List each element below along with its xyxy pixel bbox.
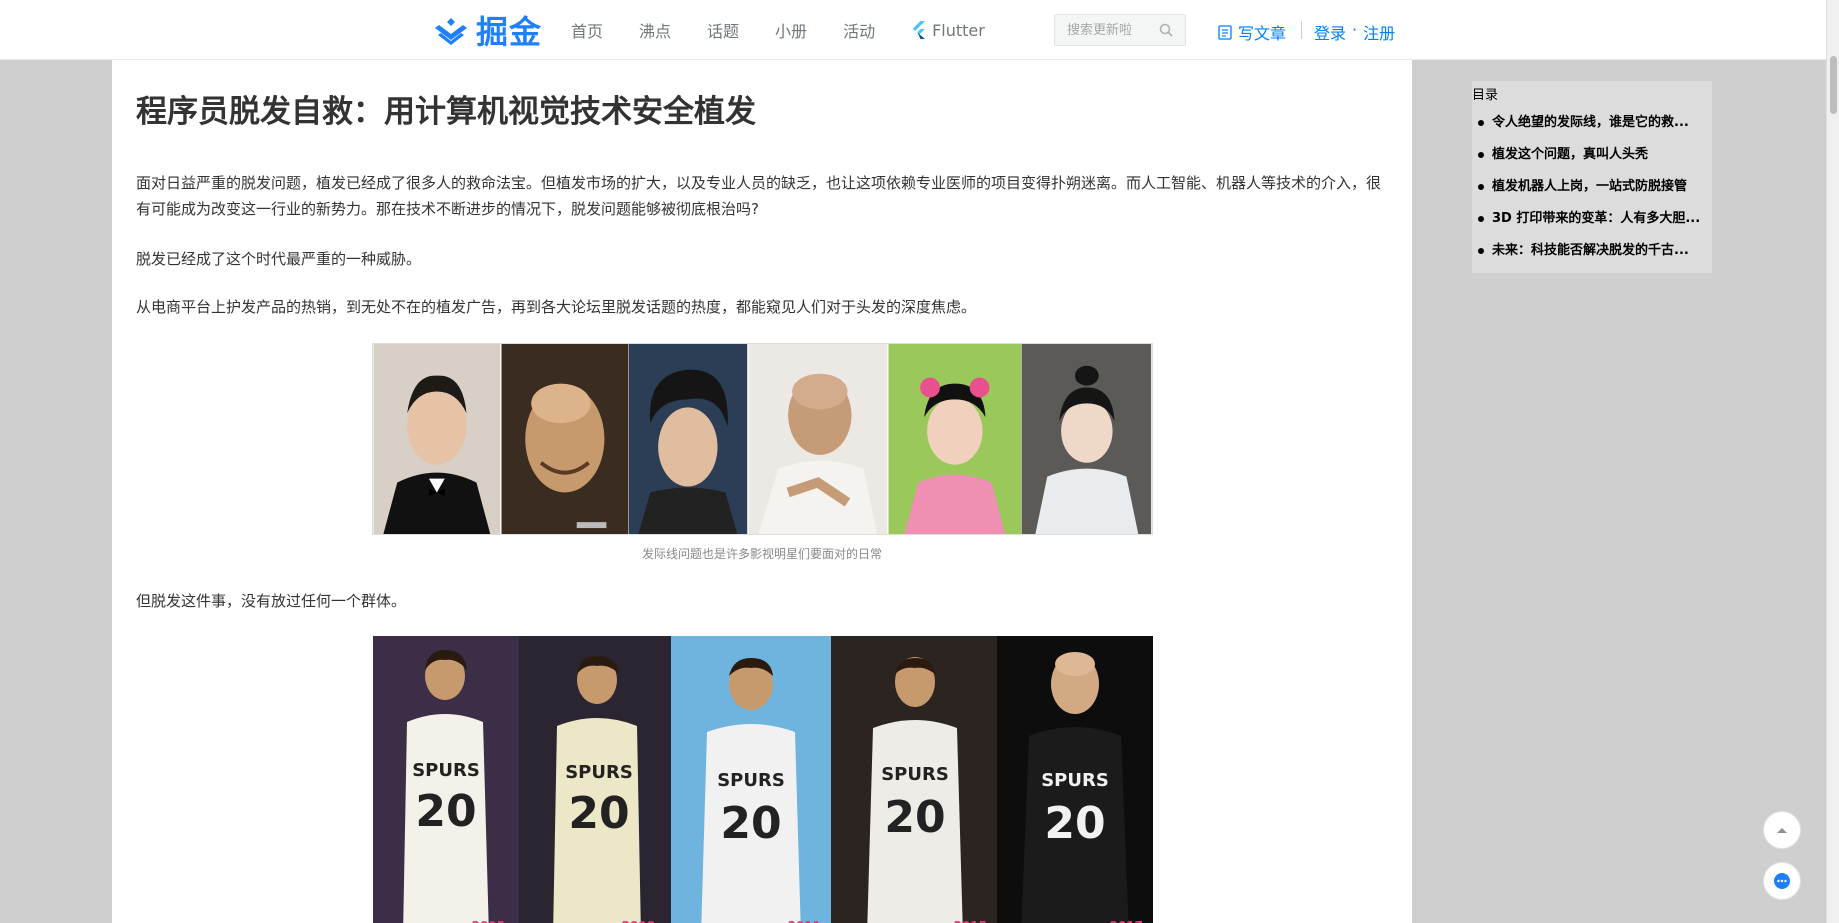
- article-paragraph: 面对日益严重的脱发问题，植发已经成了很多人的救命法宝。但植发市场的扩大，以及专业…: [136, 174, 1382, 218]
- player-photo: SPURS 20 2011: [671, 636, 831, 923]
- nav-flutter[interactable]: Flutter: [911, 21, 985, 40]
- scrollbar-thumb[interactable]: [1830, 56, 1837, 114]
- login-link[interactable]: 登录: [1314, 20, 1346, 44]
- player-photo: SPURS 20 2017: [997, 636, 1153, 923]
- search-icon[interactable]: [1159, 23, 1173, 37]
- image-caption: 发际线问题也是许多影视明星们要面对的日常: [641, 547, 882, 561]
- jersey-number-text: 20: [415, 786, 476, 837]
- portrait-photo: [1021, 344, 1152, 534]
- nav-flutter-label: Flutter: [932, 20, 985, 40]
- toc-item[interactable]: 植发机器人上岗，一站式防脱接管: [1472, 171, 1712, 203]
- jersey-number-text: 20: [884, 792, 945, 843]
- portrait-photo: [373, 344, 501, 534]
- nav-pins[interactable]: 沸点: [639, 18, 671, 42]
- article-paragraph: 但脱发这件事，没有放过任何一个群体。: [136, 592, 407, 610]
- register-link[interactable]: 注册: [1363, 20, 1395, 44]
- toc-item[interactable]: 植发这个问题，真叫人头秃: [1472, 139, 1712, 171]
- toc-item[interactable]: 令人绝望的发际线，谁是它的救...: [1472, 107, 1712, 139]
- toc-title: 目录: [1472, 88, 1499, 103]
- back-to-top-button[interactable]: [1763, 811, 1801, 849]
- jersey-team-text: SPURS: [565, 762, 633, 783]
- caret-up-icon: [1777, 828, 1787, 833]
- toc-item[interactable]: 3D 打印带来的变革：人有多大胆...: [1472, 203, 1712, 235]
- nav-home[interactable]: 首页: [571, 18, 603, 42]
- portrait-photo: [748, 344, 888, 534]
- jersey-team-text: SPURS: [1041, 770, 1109, 791]
- year-label: 2011: [788, 919, 821, 923]
- auth-links: 登录 · 注册: [1314, 20, 1395, 44]
- search-box: [1054, 14, 1186, 46]
- juejin-logo-icon: [435, 18, 467, 45]
- write-article-label: 写文章: [1238, 24, 1287, 43]
- year-label: 2015: [954, 919, 987, 923]
- jersey-team-text: SPURS: [881, 764, 949, 785]
- search-input[interactable]: [1055, 15, 1155, 45]
- flutter-icon: [912, 21, 926, 39]
- article-content: 程序员脱发自救：用计算机视觉技术安全植发 面对日益严重的脱发问题，植发已经成了很…: [112, 60, 1412, 923]
- toc-item[interactable]: 未来：科技能否解决脱发的千古...: [1472, 235, 1712, 267]
- player-hairline-image: SPURS 20 2005 SPURS 20 2008 SPURS 20 201…: [373, 636, 1153, 923]
- portrait-photo: [501, 344, 628, 534]
- article-paragraph: 从电商平台上护发产品的热销，到无处不在的植发广告，再到各大论坛里脱发话题的热度，…: [136, 298, 977, 316]
- page-scrollbar[interactable]: [1826, 0, 1839, 923]
- write-article-button[interactable]: 写文章: [1218, 20, 1286, 44]
- year-label: 2017: [1110, 919, 1143, 923]
- nav-books[interactable]: 小册: [775, 18, 807, 42]
- jersey-team-text: SPURS: [412, 760, 480, 781]
- header-divider: [1301, 21, 1302, 39]
- portrait-photo: [888, 344, 1021, 534]
- article-title: 程序员脱发自救：用计算机视觉技术安全植发: [136, 94, 756, 130]
- player-photo: SPURS 20 2005: [373, 636, 519, 923]
- player-photo: SPURS 20 2008: [519, 636, 671, 923]
- chat-bubble-icon: [1774, 873, 1790, 889]
- logo-text: 掘金: [476, 13, 543, 51]
- feedback-button[interactable]: [1763, 862, 1801, 900]
- jersey-number-text: 20: [568, 788, 629, 839]
- article-paragraph: 脱发已经成了这个时代最严重的一种威胁。: [136, 250, 422, 268]
- top-nav-bar: 掘金 首页 沸点 话题 小册 活动 Flutter 写文章: [0, 0, 1826, 60]
- jersey-number-text: 20: [720, 798, 781, 849]
- write-icon: [1218, 24, 1232, 40]
- player-photo: SPURS 20 2015: [831, 636, 997, 923]
- portrait-photo: [628, 344, 748, 534]
- year-label: 2008: [622, 919, 655, 923]
- main-nav: 首页 沸点 话题 小册 活动 Flutter: [571, 0, 1021, 60]
- nav-topics[interactable]: 话题: [707, 18, 739, 42]
- celebrity-hairline-image: [372, 343, 1153, 535]
- table-of-contents: 目录 令人绝望的发际线，谁是它的救... 植发这个问题，真叫人头秃 植发机器人上…: [1472, 81, 1712, 273]
- nav-events[interactable]: 活动: [843, 18, 875, 42]
- auth-separator: ·: [1352, 20, 1358, 39]
- toc-list: 令人绝望的发际线，谁是它的救... 植发这个问题，真叫人头秃 植发机器人上岗，一…: [1472, 107, 1712, 267]
- year-label: 2005: [472, 919, 505, 923]
- juejin-logo[interactable]: 掘金: [432, 10, 543, 51]
- jersey-team-text: SPURS: [717, 770, 785, 791]
- jersey-number-text: 20: [1044, 798, 1105, 849]
